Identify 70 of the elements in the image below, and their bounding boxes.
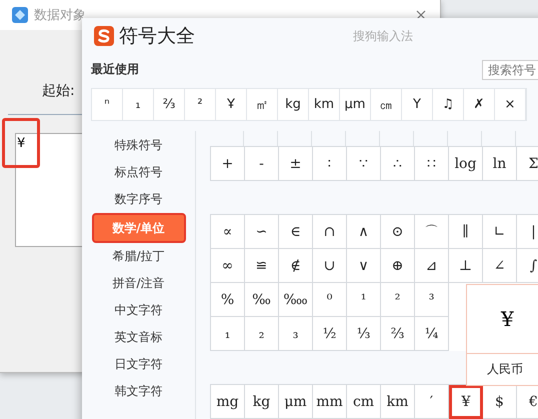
symbol-cell[interactable]: ⁰ [313, 283, 347, 317]
symbol-cell[interactable]: ∵ [347, 147, 381, 181]
preview-name: 人民币 [486, 361, 524, 378]
symbol-cell[interactable]: ′ [415, 385, 449, 419]
symbol-cell[interactable]: ₃ [279, 317, 313, 351]
symbol-cell[interactable]: ∠ [483, 249, 517, 283]
symbol-cell[interactable]: | [517, 215, 538, 249]
symbol-cell[interactable]: ∧ [347, 215, 381, 249]
symbol-cell[interactable]: ½ [313, 317, 347, 351]
symbol-cell[interactable]: ⊕ [381, 249, 415, 283]
symbol-cell[interactable]: ∥ [449, 215, 483, 249]
section-label: 最近使用 [91, 60, 140, 78]
symbol-cell[interactable]: ⌒ [415, 215, 449, 249]
symbol-cell[interactable]: Σ [517, 147, 538, 181]
symbol-cell[interactable]: ₁ [211, 317, 245, 351]
symbol-cell[interactable]: ₂ [245, 317, 279, 351]
category-item[interactable]: 拼音/注音 [92, 270, 186, 297]
symbol-cell[interactable]: mm [313, 385, 347, 419]
symbol-cell[interactable]: ≌ [245, 249, 279, 283]
symbol-cell[interactable]: ∩ [313, 215, 347, 249]
symbol-cell[interactable]: kg [245, 385, 279, 419]
category-item[interactable]: 标点符号 [92, 159, 186, 186]
symbol-cell[interactable]: ² [381, 283, 415, 317]
category-item[interactable]: 希腊/拉丁 [92, 243, 186, 270]
symbol-cell[interactable]: + [211, 147, 245, 181]
symbol-cell[interactable]: ∽ [245, 215, 279, 249]
symbol-cell[interactable]: ∟ [483, 215, 517, 249]
category-item[interactable]: 日文字符 [92, 351, 186, 378]
category-item[interactable]: 数字序号 [92, 186, 186, 213]
symbol-cell[interactable]: ∷ [415, 147, 449, 181]
app-icon [12, 7, 28, 23]
symbol-cell[interactable]: ∝ [211, 215, 245, 249]
symbol-cell[interactable]: ³ [415, 283, 449, 317]
symbol-cell[interactable]: ln [483, 147, 517, 181]
close-icon[interactable] [416, 10, 426, 20]
symbol-cell[interactable]: % [211, 283, 245, 317]
symbol-cell[interactable]: cm [347, 385, 381, 419]
symbol-cell[interactable]: ∨ [347, 249, 381, 283]
symbol-cell[interactable]: km [381, 385, 415, 419]
symbol-cell[interactable]: mg [211, 385, 245, 419]
symbol-cell[interactable]: ⅓ [347, 317, 381, 351]
symbol-cell[interactable]: ⊥ [449, 249, 483, 283]
symbol-cell[interactable]: ¼ [415, 317, 449, 351]
symbol-cell[interactable]: ∪ [313, 249, 347, 283]
category-item[interactable]: 韩文字符 [92, 378, 186, 405]
logo-icon [94, 26, 114, 46]
category-item[interactable]: 特殊符号 [92, 132, 186, 159]
symbol-cell[interactable]: - [245, 147, 279, 181]
symbol-cell[interactable]: log [449, 147, 483, 181]
symbol-cell[interactable]: ‰ [245, 283, 279, 317]
symbol-cell[interactable]: ⊙ [381, 215, 415, 249]
symbol-cell[interactable]: ∞ [211, 249, 245, 283]
search-field[interactable]: 搜索符号 [482, 60, 538, 80]
symbol-cell[interactable]: ∴ [381, 147, 415, 181]
panel-title: 符号大全 [119, 24, 196, 49]
start-label: 起始: [42, 82, 75, 100]
brand-label: 搜狗输入法 [353, 28, 413, 44]
symbol-cell[interactable]: ¹ [347, 283, 381, 317]
symbol-cell[interactable]: μm [279, 385, 313, 419]
symbol-cell[interactable]: ⊿ [415, 249, 449, 283]
symbol-cell[interactable]: ∉ [279, 249, 313, 283]
symbol-cell[interactable]: ± [279, 147, 313, 181]
symbol-cell[interactable]: ∈ [279, 215, 313, 249]
category-item[interactable]: 中文字符 [92, 297, 186, 324]
text-area[interactable]: ¥ [15, 133, 82, 247]
symbol-cell[interactable]: ⅔ [381, 317, 415, 351]
symbol-cell[interactable]: ∶ [313, 147, 347, 181]
symbol-cell[interactable]: ∫ [517, 249, 538, 283]
category-item[interactable]: 英文音标 [92, 324, 186, 351]
symbol-cell[interactable]: ‱ [279, 283, 313, 317]
